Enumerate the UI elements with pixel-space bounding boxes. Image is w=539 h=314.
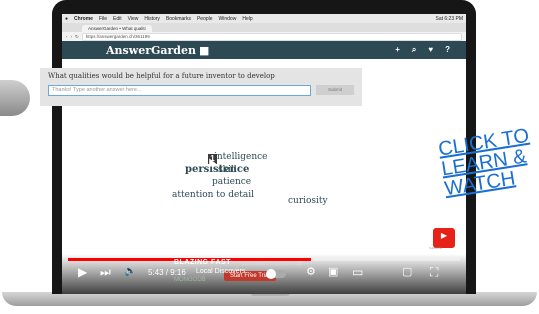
url-field[interactable]: https://answergarden.ch/361199 [81, 32, 462, 41]
question-text: What qualities would be helpful for a fu… [48, 72, 275, 80]
youtube-icon[interactable]: ▶ [433, 228, 455, 248]
menu-view[interactable]: View [128, 16, 139, 22]
ad-subtitle: MONGODB [174, 277, 206, 283]
ad-description: Expert DBAs & Support 24x7x365 [242, 261, 303, 266]
browser-tab[interactable]: AnswerGarden • What qualiti [82, 25, 152, 32]
toggle-knob [266, 269, 276, 279]
menu-window[interactable]: Window [219, 16, 237, 22]
mac-menu-bar: ● Chrome File Edit View History Bookmark… [62, 14, 466, 23]
plus-icon[interactable]: + [395, 45, 400, 55]
play-icon[interactable]: ▶ [78, 266, 87, 278]
back-icon[interactable]: ‹ [66, 34, 68, 39]
question-card: What qualities would be helpful for a fu… [40, 68, 362, 106]
word-attention-to-detail[interactable]: attention to detail [172, 190, 254, 200]
address-bar-row: ‹ › ↻ https://answergarden.ch/361199 [62, 32, 466, 41]
apple-icon[interactable]: ● [65, 16, 68, 22]
menu-file[interactable]: File [99, 16, 107, 22]
menu-help[interactable]: Help [242, 16, 252, 22]
subscribe-label[interactable]: Subscribe [429, 246, 442, 250]
click-to-learn-overlay[interactable]: CLICK TO LEARN & WATCH [437, 125, 537, 201]
next-icon[interactable]: ⏭ [100, 266, 111, 278]
heart-icon[interactable]: ♥ [428, 45, 433, 55]
app-logo-text: AnswerGarden [106, 43, 196, 57]
search-icon[interactable]: ⌕ [412, 45, 416, 55]
side-decoration [0, 80, 30, 116]
help-icon[interactable]: ? [445, 45, 450, 55]
ad-title: BLAZING FAST [174, 259, 231, 266]
menu-history[interactable]: History [144, 16, 160, 22]
word-intelligence[interactable]: intelligence [214, 152, 268, 162]
menu-people[interactable]: People [197, 16, 213, 22]
answer-input[interactable]: Thanks! Type another answer here... [48, 85, 311, 96]
reload-icon[interactable]: ↻ [75, 34, 79, 40]
menu-edit[interactable]: Edit [113, 16, 122, 22]
word-patience[interactable]: patience [212, 177, 251, 187]
header-nav: + ⌕ ♥ ? [395, 45, 450, 55]
app-header: AnswerGarden ■ + ⌕ ♥ ? [62, 41, 466, 59]
word-skill[interactable]: skill [218, 165, 237, 175]
forward-icon[interactable]: › [71, 34, 73, 39]
settings-icon[interactable]: ⚙ [306, 266, 316, 278]
autoplay-toggle[interactable] [266, 269, 286, 279]
volume-icon[interactable]: 🔈 [124, 266, 136, 278]
submit-button[interactable]: Submit [316, 85, 354, 95]
clock: Sat 6:23 PM [435, 15, 463, 22]
chapter-title: Local Discovers... [196, 268, 252, 275]
tab-bar: AnswerGarden • What qualiti [62, 23, 466, 32]
cast-icon[interactable]: ▢ [402, 266, 412, 278]
logo-icon: ■ [199, 43, 210, 57]
word-curiosity[interactable]: curiosity [288, 196, 328, 206]
app-logo[interactable]: AnswerGarden ■ [106, 44, 209, 57]
theater-mode-icon[interactable]: ▭ [352, 266, 363, 278]
menu-bookmarks[interactable]: Bookmarks [166, 16, 191, 22]
menu-app-name[interactable]: Chrome [74, 16, 93, 22]
miniplayer-icon[interactable]: ▣ [328, 266, 338, 278]
fullscreen-icon[interactable]: ⛶ [430, 266, 438, 278]
